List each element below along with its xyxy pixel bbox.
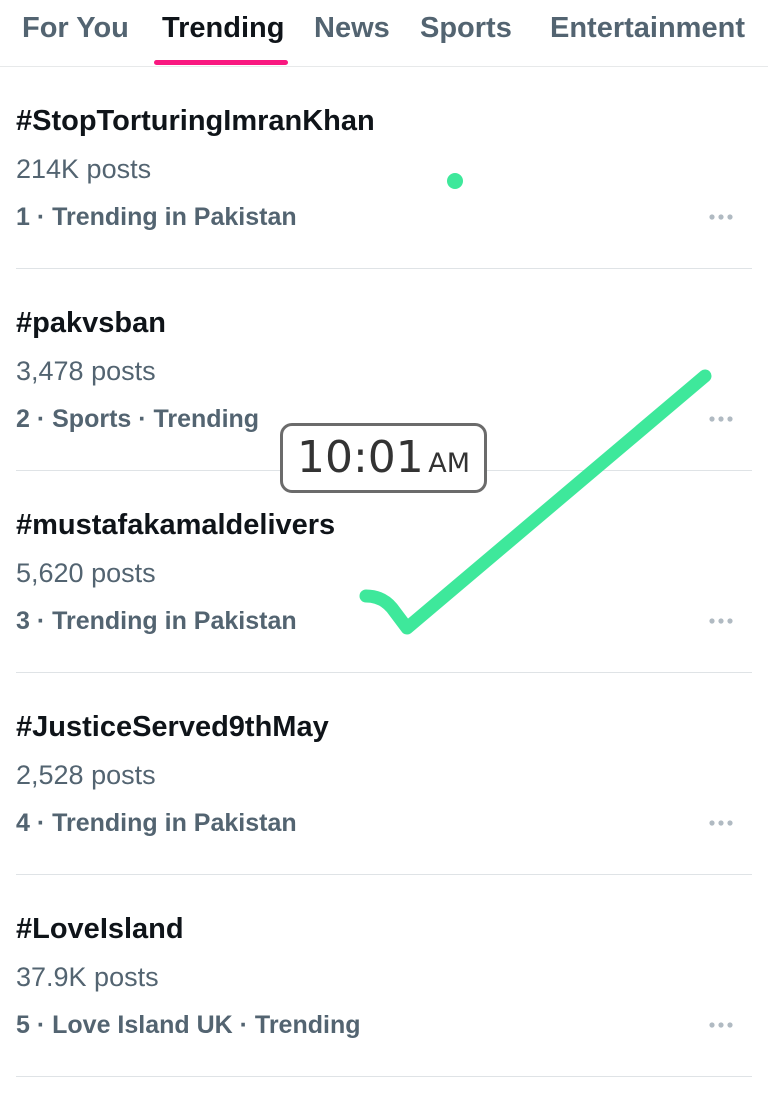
time-stamp-overlay: 10:01 AM <box>280 423 487 493</box>
tab-sports[interactable]: Sports <box>420 8 512 48</box>
tab-for-you[interactable]: For You <box>22 8 129 48</box>
tab-entertainment[interactable]: Entertainment <box>550 8 745 48</box>
more-horizontal-icon[interactable] <box>708 609 738 633</box>
more-horizontal-icon[interactable] <box>708 1013 738 1037</box>
trend-item[interactable]: #JusticeServed9thMay 2,528 posts 4 · Tre… <box>0 673 768 875</box>
more-horizontal-icon[interactable] <box>708 205 738 229</box>
divider <box>16 1076 752 1077</box>
trend-post-count: 2,528 posts <box>16 760 156 790</box>
trend-context: 2 · Sports · Trending <box>16 405 260 433</box>
trend-context: 4 · Trending in Pakistan <box>16 809 297 837</box>
trend-context: 3 · Trending in Pakistan <box>16 607 297 635</box>
trend-hashtag: #StopTorturingImranKhan <box>16 105 375 137</box>
time-ampm: AM <box>428 448 471 479</box>
more-horizontal-icon[interactable] <box>708 811 738 835</box>
tab-news[interactable]: News <box>314 8 390 48</box>
active-tab-indicator <box>154 60 288 65</box>
tab-bar: For You Trending News Sports Entertainme… <box>0 0 768 67</box>
more-horizontal-icon[interactable] <box>708 407 738 431</box>
trend-context: 5 · Love Island UK · Trending <box>16 1011 361 1039</box>
time-value: 10:01 <box>296 432 424 483</box>
trend-item[interactable]: #LoveIsland 37.9K posts 5 · Love Island … <box>0 875 768 1077</box>
trend-item[interactable]: #mustafakamaldelivers 5,620 posts 3 · Tr… <box>0 471 768 673</box>
trend-post-count: 214K posts <box>16 154 152 184</box>
trend-item[interactable]: #StopTorturingImranKhan 214K posts 1 · T… <box>0 67 768 269</box>
trend-post-count: 37.9K posts <box>16 962 159 992</box>
trend-hashtag: #LoveIsland <box>16 913 184 945</box>
trend-context: 1 · Trending in Pakistan <box>16 203 297 231</box>
trend-post-count: 5,620 posts <box>16 558 156 588</box>
trend-hashtag: #pakvsban <box>16 307 166 339</box>
trend-post-count: 3,478 posts <box>16 356 156 386</box>
tab-trending[interactable]: Trending <box>162 8 284 48</box>
trend-hashtag: #mustafakamaldelivers <box>16 509 336 541</box>
trend-hashtag: #JusticeServed9thMay <box>16 711 329 743</box>
